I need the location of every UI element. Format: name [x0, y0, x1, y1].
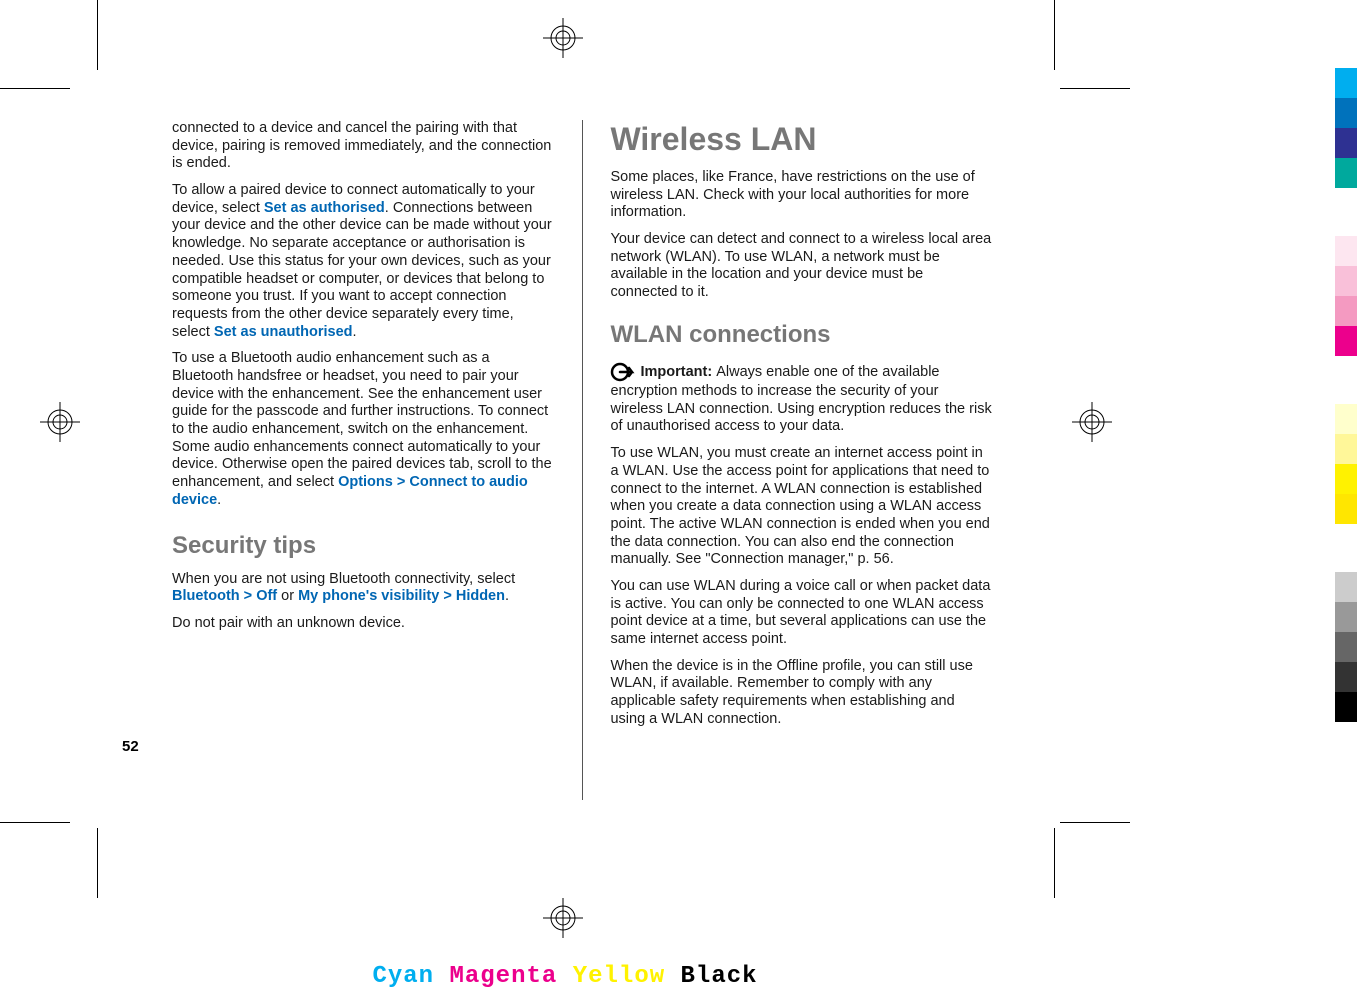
body-text: When the device is in the Offline profil…: [610, 658, 992, 729]
text: .: [353, 324, 357, 340]
color-swatch: [1335, 404, 1357, 434]
body-text: To use WLAN, you must create an internet…: [610, 445, 992, 569]
text: .: [217, 492, 221, 508]
cmyk-labels: Cyan Magenta Yellow Black: [0, 963, 1130, 990]
color-swatch: [1335, 464, 1357, 494]
separator: >: [439, 588, 456, 604]
link-set-as-authorised: Set as authorised: [264, 200, 385, 216]
color-swatch: [1335, 236, 1357, 266]
crop-mark: [97, 828, 98, 898]
registration-mark-icon: [40, 402, 80, 442]
color-swatch: [1335, 188, 1357, 236]
crop-mark: [97, 0, 98, 70]
text: When you are not using Bluetooth connect…: [172, 571, 515, 587]
text: To use a Bluetooth audio enhancement suc…: [172, 350, 552, 490]
color-swatch: [1335, 296, 1357, 326]
text: . Connections between your device and th…: [172, 200, 552, 340]
color-swatch: [1335, 266, 1357, 296]
important-label: Important:: [640, 364, 716, 380]
registration-mark-icon: [543, 898, 583, 938]
important-icon: [610, 361, 638, 383]
crop-mark: [0, 822, 70, 823]
cyan-label: Cyan: [372, 963, 434, 990]
magenta-label: Magenta: [449, 963, 557, 990]
right-column: Wireless LAN Some places, like France, h…: [610, 120, 992, 800]
page-content: connected to a device and cancel the pai…: [172, 120, 992, 800]
body-text: Do not pair with an unknown device.: [172, 615, 554, 633]
color-swatch: [1335, 434, 1357, 464]
crop-mark: [0, 88, 70, 89]
text: or: [277, 588, 298, 604]
body-text: connected to a device and cancel the pai…: [172, 120, 554, 173]
color-swatch: [1335, 158, 1357, 188]
link-phone-visibility: My phone's visibility: [298, 588, 439, 604]
color-swatch: [1335, 128, 1357, 158]
separator: >: [393, 474, 410, 490]
color-swatch: [1335, 356, 1357, 404]
heading-wlan-connections: WLAN connections: [610, 320, 992, 349]
body-text: Some places, like France, have restricti…: [610, 169, 992, 222]
color-swatch: [1335, 572, 1357, 602]
crop-mark: [1060, 822, 1130, 823]
heading-security-tips: Security tips: [172, 531, 554, 560]
body-text: To allow a paired device to connect auto…: [172, 182, 554, 341]
body-text: When you are not using Bluetooth connect…: [172, 571, 554, 606]
link-options: Options: [338, 474, 393, 490]
left-column: connected to a device and cancel the pai…: [172, 120, 554, 800]
link-off: Off: [256, 588, 277, 604]
color-swatch: [1335, 68, 1357, 98]
link-bluetooth: Bluetooth: [172, 588, 240, 604]
crop-mark: [1054, 0, 1055, 70]
yellow-label: Yellow: [573, 963, 665, 990]
registration-mark-icon: [543, 18, 583, 58]
link-hidden: Hidden: [456, 588, 505, 604]
page-number: 52: [122, 738, 139, 755]
color-swatch: [1335, 98, 1357, 128]
color-swatch: [1335, 662, 1357, 692]
color-bars: [1335, 68, 1357, 722]
black-label: Black: [681, 963, 758, 990]
color-swatch: [1335, 326, 1357, 356]
body-text: You can use WLAN during a voice call or …: [610, 578, 992, 649]
text: .: [505, 588, 509, 604]
crop-mark: [1060, 88, 1130, 89]
body-text: Your device can detect and connect to a …: [610, 231, 992, 302]
color-swatch: [1335, 632, 1357, 662]
color-swatch: [1335, 524, 1357, 572]
color-swatch: [1335, 602, 1357, 632]
registration-mark-icon: [1072, 402, 1112, 442]
important-note: Important: Always enable one of the avai…: [610, 361, 992, 436]
link-set-as-unauthorised: Set as unauthorised: [214, 324, 353, 340]
column-divider: [582, 120, 583, 800]
body-text: To use a Bluetooth audio enhancement suc…: [172, 350, 554, 509]
heading-wireless-lan: Wireless LAN: [610, 120, 992, 159]
crop-mark: [1054, 828, 1055, 898]
color-swatch: [1335, 494, 1357, 524]
separator: >: [240, 588, 257, 604]
color-swatch: [1335, 692, 1357, 722]
